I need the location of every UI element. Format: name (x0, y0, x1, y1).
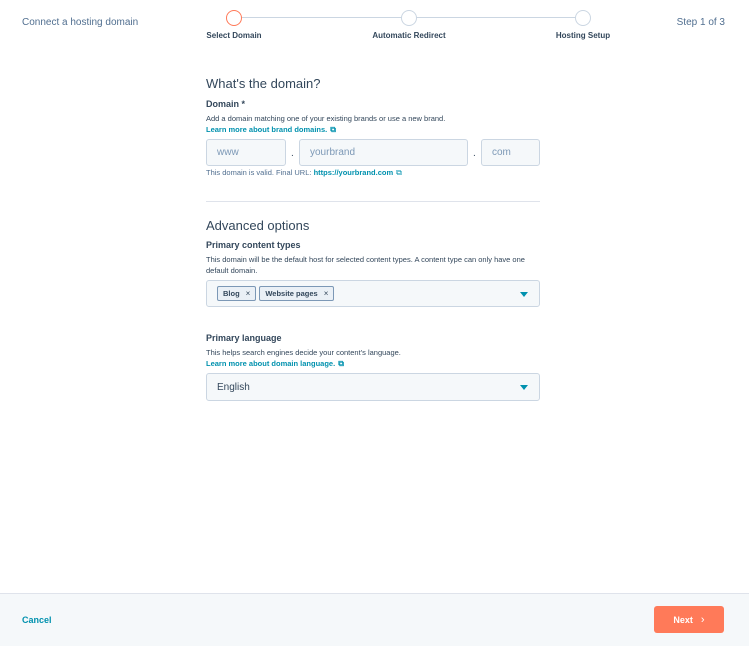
remove-tag-icon[interactable]: × (246, 289, 251, 298)
step-3-label: Hosting Setup (555, 31, 611, 40)
tag-label: Blog (223, 289, 240, 298)
tld-input[interactable]: com (481, 139, 540, 166)
domain-help-text: Add a domain matching one of your existi… (206, 114, 446, 123)
step-1-indicator (226, 10, 242, 26)
cancel-button[interactable]: Cancel (22, 615, 52, 625)
domain-label: Domain * (206, 99, 246, 109)
chevron-right-icon: › (700, 613, 705, 626)
brand-placeholder: yourbrand (310, 147, 356, 158)
remove-tag-icon[interactable]: × (324, 289, 329, 298)
content-types-help: This domain will be the default host for… (206, 255, 525, 275)
brand-domains-link[interactable]: Learn more about brand domains. ⧉ (206, 125, 336, 135)
next-button[interactable]: Next › (654, 606, 724, 633)
step-3-indicator (575, 10, 591, 26)
tag-blog: Blog × (217, 286, 257, 301)
external-link-icon: ⧉ (330, 125, 336, 134)
brand-domains-link-text[interactable]: Learn more about brand domains. (206, 125, 327, 134)
language-help: This helps search engines decide your co… (206, 348, 401, 357)
external-link-icon: ⧉ (338, 359, 344, 368)
caret-down-icon[interactable] (520, 291, 528, 297)
wizard-header: Connect a hosting domain Select Domain A… (0, 0, 749, 50)
content-types-select[interactable]: Blog × Website pages × (206, 280, 540, 307)
step-2-label: Automatic Redirect (372, 31, 446, 40)
section-divider (206, 201, 540, 202)
subdomain-placeholder: www (217, 147, 239, 158)
next-label: Next (673, 614, 693, 625)
tag-website-pages: Website pages × (259, 286, 335, 301)
caret-down-icon[interactable] (520, 385, 528, 390)
subdomain-input[interactable]: www (206, 139, 286, 166)
valid-text: This domain is valid. Final URL: (206, 168, 312, 177)
language-select[interactable]: English (206, 373, 540, 401)
advanced-options-title: Advanced options (206, 218, 310, 233)
domain-section-title: What's the domain? (206, 76, 321, 91)
stepper-line (409, 17, 583, 18)
domain-separator: . (473, 148, 476, 159)
step-counter: Step 1 of 3 (676, 17, 725, 28)
external-link-icon: ⧉ (396, 168, 402, 177)
domain-separator: . (291, 148, 294, 159)
final-url-link[interactable]: https://yourbrand.com (314, 168, 394, 177)
content-types-label: Primary content types (206, 240, 301, 250)
domain-language-link-text[interactable]: Learn more about domain language. (206, 359, 335, 368)
wizard-footer: Cancel Next › (0, 593, 749, 646)
domain-language-link[interactable]: Learn more about domain language. ⧉ (206, 359, 344, 369)
step-1-label: Select Domain (206, 31, 262, 40)
language-value: English (217, 381, 250, 393)
brand-input[interactable]: yourbrand (299, 139, 468, 166)
page-title: Connect a hosting domain (22, 17, 139, 28)
domain-valid-message: This domain is valid. Final URL: https:/… (206, 168, 402, 178)
language-label: Primary language (206, 333, 282, 343)
stepper-line (234, 17, 409, 18)
tag-label: Website pages (265, 289, 318, 298)
step-2-indicator (401, 10, 417, 26)
tld-placeholder: com (492, 147, 511, 158)
